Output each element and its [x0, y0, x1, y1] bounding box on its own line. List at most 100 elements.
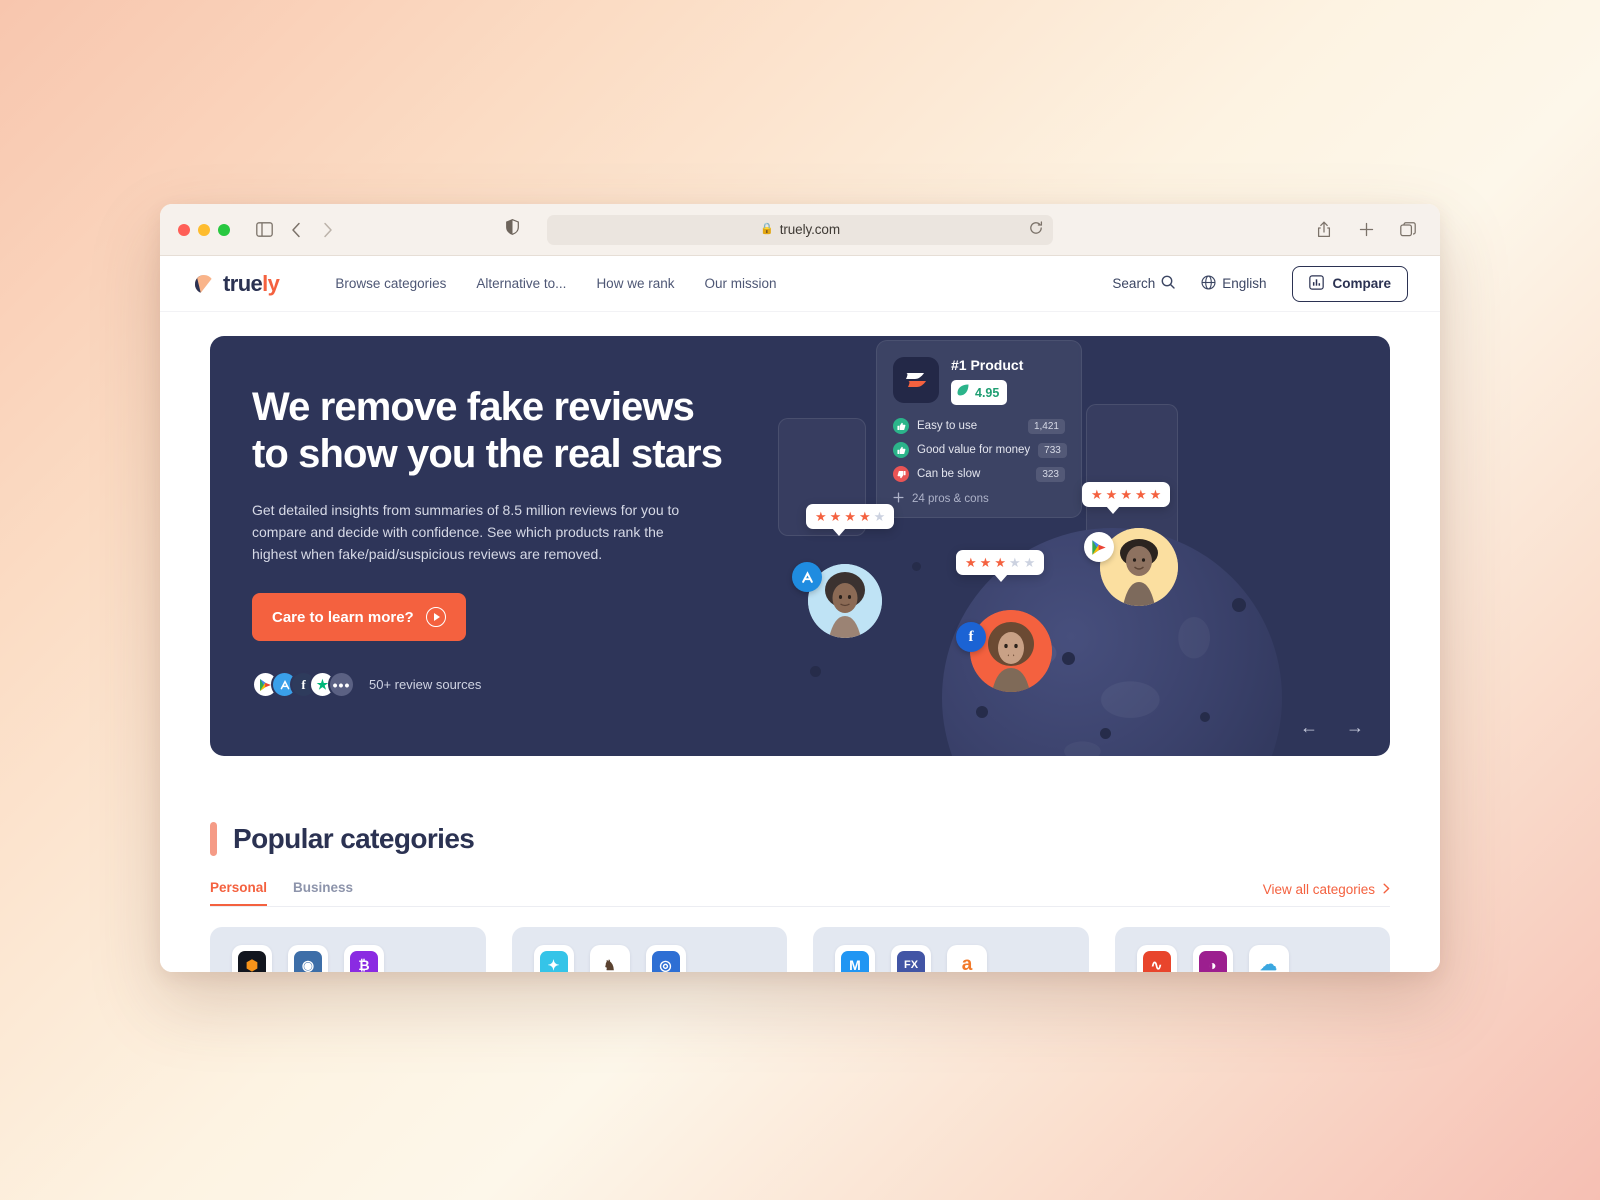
- lock-icon: 🔒: [760, 223, 774, 235]
- carousel-next-button[interactable]: →: [1346, 717, 1364, 738]
- app-icon: ♞: [589, 945, 630, 972]
- pros-cons-list: Easy to use 1,421 Good value for money 7…: [893, 418, 1067, 482]
- app-icon: ✦: [533, 945, 574, 972]
- hero-illustration: #1 Product 4.95 Easy to use 1,421 Good v…: [770, 336, 1390, 756]
- rating-bubble-three-star: ★ ★ ★ ★ ★: [956, 550, 1045, 582]
- tab-business[interactable]: Business: [293, 880, 353, 906]
- thumbs-up-icon: [893, 418, 909, 434]
- section-accent-bar: [210, 822, 217, 856]
- forward-icon[interactable]: [314, 216, 342, 244]
- hero-subtitle: Get detailed insights from summaries of …: [252, 502, 680, 562]
- category-cards: ⬢ ◉ ₿ ✦ ♞ ◎ M FX a ∿ ◑ ☁: [210, 927, 1390, 972]
- browser-toolbar: 🔒 truely.com: [160, 204, 1440, 256]
- list-item: Good value for money 733: [893, 442, 1067, 458]
- product-logo-icon: [893, 357, 939, 403]
- app-icon: ◎: [645, 945, 686, 972]
- page-title: We remove fake reviews to show you the r…: [252, 385, 723, 477]
- globe-node: [912, 562, 921, 571]
- maximize-window-button[interactable]: [218, 223, 230, 236]
- search-button[interactable]: Search: [1112, 275, 1175, 292]
- avatar: [970, 610, 1052, 692]
- thumbs-down-icon: [893, 466, 909, 482]
- product-score-badge: 4.95: [951, 380, 1008, 405]
- category-tabs: Personal Business: [210, 880, 353, 906]
- product-card: #1 Product 4.95 Easy to use 1,421 Good v…: [876, 340, 1082, 518]
- learn-more-button[interactable]: Care to learn more?: [252, 593, 466, 642]
- category-card-email-finance[interactable]: M FX a: [813, 927, 1089, 972]
- nav-item-how-we-rank[interactable]: How we rank: [596, 276, 674, 291]
- app-store-badge-icon: [792, 562, 822, 592]
- facebook-badge-icon: f: [956, 622, 986, 652]
- carousel-prev-button[interactable]: ←: [1300, 717, 1318, 738]
- browser-window: 🔒 truely.com truely Browse categories Al…: [160, 204, 1440, 972]
- app-icon: M: [835, 945, 875, 972]
- view-all-categories-link[interactable]: View all categories: [1263, 882, 1390, 906]
- search-icon: [1161, 275, 1175, 292]
- pro-label: Easy to use: [917, 420, 978, 432]
- search-label: Search: [1112, 276, 1156, 291]
- app-icon: ∿: [1136, 945, 1177, 972]
- category-card-fitness[interactable]: ✦ ♞ ◎: [511, 927, 787, 972]
- compare-button[interactable]: Compare: [1292, 265, 1408, 302]
- site-header: truely Browse categories Alternative to.…: [160, 256, 1440, 312]
- share-icon[interactable]: [1310, 216, 1338, 244]
- close-window-button[interactable]: [178, 223, 190, 236]
- google-play-badge-icon: [1084, 532, 1114, 562]
- category-card-crypto[interactable]: ⬢ ◉ ₿: [210, 927, 486, 972]
- main-nav: Browse categories Alternative to... How …: [335, 276, 776, 291]
- language-label: English: [1222, 276, 1267, 291]
- view-all-label: View all categories: [1262, 882, 1375, 897]
- tab-overview-icon[interactable]: [1394, 216, 1422, 244]
- product-score: 4.95: [975, 385, 1000, 400]
- page-content: We remove fake reviews to show you the r…: [160, 312, 1440, 972]
- review-sources: f ★ ••• 50+ review sources: [252, 671, 772, 699]
- logo-wordmark: truely: [223, 270, 280, 296]
- category-card-analytics-media[interactable]: ∿ ◑ ☁: [1114, 927, 1390, 972]
- hero-carousel-controls: ← →: [1300, 717, 1364, 738]
- new-tab-icon[interactable]: [1352, 216, 1380, 244]
- sources-label: 50+ review sources: [369, 677, 482, 693]
- pros-cons-count-label: 24 pros & cons: [912, 493, 989, 505]
- globe-node: [1200, 712, 1210, 722]
- rating-bubble-five-star: ★ ★ ★ ★ ★: [1082, 482, 1171, 514]
- app-icon: ⬢: [232, 945, 272, 972]
- product-name: #1 Product: [951, 357, 1024, 373]
- rating-bubble-four-star: ★ ★ ★ ★ ★: [806, 504, 895, 536]
- sidebar-toggle-icon[interactable]: [250, 216, 278, 244]
- globe-node: [1232, 598, 1246, 612]
- cta-label: Care to learn more?: [272, 608, 414, 626]
- leaf-icon: [956, 383, 970, 402]
- globe-node: [976, 706, 988, 718]
- globe-node: [1062, 652, 1075, 665]
- compare-chart-icon: [1309, 274, 1325, 293]
- language-selector[interactable]: English: [1201, 274, 1267, 293]
- address-bar-url: truely.com: [779, 222, 840, 237]
- globe-node: [810, 666, 821, 677]
- more-sources-icon: •••: [328, 671, 355, 699]
- chevron-right-icon: [1383, 882, 1390, 897]
- truely-logo-icon: [192, 272, 216, 296]
- pro-count: 733: [1038, 442, 1067, 458]
- nav-item-our-mission[interactable]: Our mission: [704, 276, 776, 291]
- list-item: Easy to use 1,421: [893, 418, 1065, 434]
- privacy-shield-icon[interactable]: [506, 219, 519, 240]
- pro-label: Good value for money: [917, 444, 1031, 456]
- nav-item-browse-categories[interactable]: Browse categories: [335, 276, 446, 291]
- app-icon: ◑: [1192, 945, 1233, 972]
- expand-pros-cons[interactable]: 24 pros & cons: [893, 492, 1065, 506]
- minimize-window-button[interactable]: [198, 223, 210, 236]
- app-icon: ₿: [344, 945, 384, 972]
- back-icon[interactable]: [282, 216, 310, 244]
- hero-banner: We remove fake reviews to show you the r…: [210, 336, 1390, 756]
- window-controls: [178, 223, 230, 236]
- thumbs-up-icon: [893, 442, 909, 458]
- app-icon: FX: [891, 945, 931, 972]
- app-icon: ◉: [288, 945, 328, 972]
- globe-node: [1100, 728, 1111, 739]
- address-bar[interactable]: 🔒 truely.com: [547, 214, 1053, 245]
- site-logo[interactable]: truely: [192, 270, 280, 297]
- nav-item-alternative-to[interactable]: Alternative to...: [476, 276, 566, 291]
- app-icon: a: [947, 945, 987, 972]
- tab-personal[interactable]: Personal: [210, 880, 268, 906]
- reload-icon[interactable]: [1029, 221, 1043, 238]
